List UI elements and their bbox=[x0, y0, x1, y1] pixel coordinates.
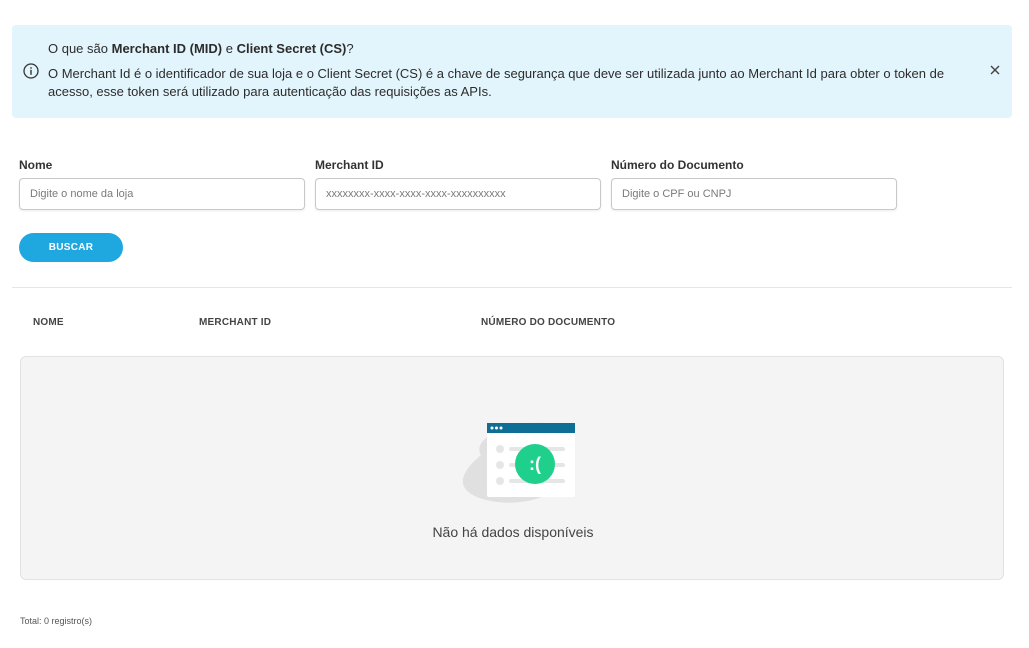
field-merchant-id: Merchant ID bbox=[315, 158, 601, 210]
divider bbox=[12, 287, 1012, 288]
field-name: Nome bbox=[19, 158, 305, 210]
title-suffix: ? bbox=[346, 41, 354, 56]
merchant-id-label: Merchant ID bbox=[315, 158, 384, 172]
document-input[interactable] bbox=[611, 178, 897, 210]
close-icon[interactable] bbox=[988, 63, 1002, 77]
total-records: Total: 0 registro(s) bbox=[20, 616, 93, 626]
name-input[interactable] bbox=[19, 178, 305, 210]
info-icon bbox=[23, 63, 39, 79]
title-prefix: O que são bbox=[48, 41, 112, 56]
empty-state-panel: :( Não há dados disponíveis bbox=[20, 356, 1004, 580]
document-label: Número do Documento bbox=[611, 158, 744, 172]
page: O que são Merchant ID (MID) e Client Sec… bbox=[0, 0, 1029, 648]
name-label: Nome bbox=[19, 158, 53, 172]
info-banner: O que são Merchant ID (MID) e Client Sec… bbox=[12, 25, 1012, 118]
merchant-id-input[interactable] bbox=[315, 178, 601, 210]
sad-face-icon: :( bbox=[529, 454, 541, 474]
column-header-name: NOME bbox=[33, 317, 64, 328]
title-mid: Merchant ID (MID) bbox=[111, 41, 223, 56]
empty-state-message: Não há dados disponíveis bbox=[432, 524, 594, 540]
title-cs: Client Secret (CS) bbox=[236, 41, 347, 56]
table-header: NOME MERCHANT ID NÚMERO DO DOCUMENTO bbox=[0, 317, 1029, 331]
info-banner-title: O que são Merchant ID (MID) e Client Sec… bbox=[48, 41, 354, 56]
column-header-document: NÚMERO DO DOCUMENTO bbox=[481, 317, 616, 328]
search-button[interactable]: BUSCAR bbox=[19, 233, 123, 262]
field-document: Número do Documento bbox=[611, 158, 897, 210]
column-header-merchant-id: MERCHANT ID bbox=[199, 317, 272, 328]
info-banner-text: O Merchant Id é o identificador de sua l… bbox=[48, 66, 945, 99]
title-connector: e bbox=[222, 41, 237, 56]
